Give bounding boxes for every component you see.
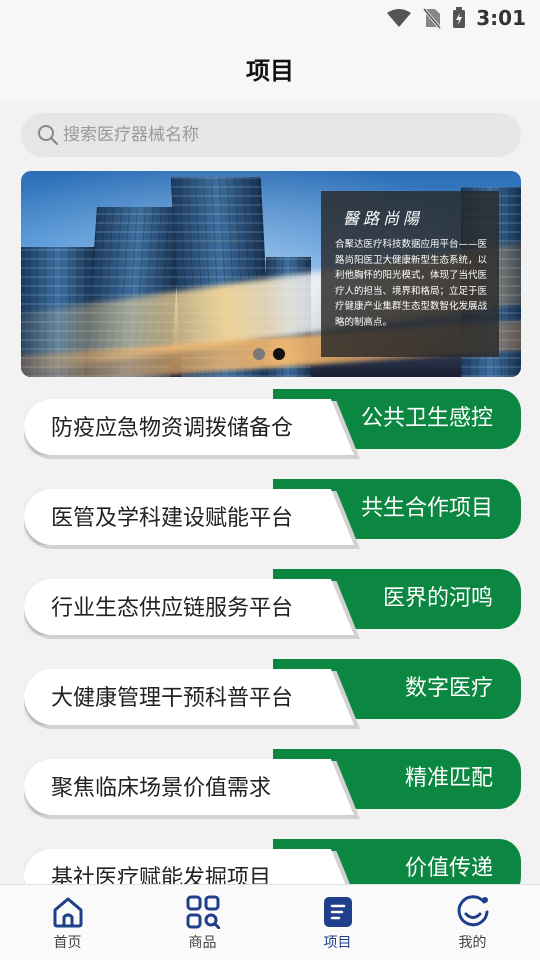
project-name: 防疫应急物资调拨储备仓 [51, 416, 294, 441]
status-bar: 3:01 [0, 0, 540, 36]
carousel-dot[interactable] [253, 348, 265, 360]
caption-text: 合聚达医疗科技数据应用平台——医路尚阳医卫大健康新型生态系统，以利他胸怀的阳光模… [335, 239, 488, 328]
project-name: 行业生态供应链服务平台 [51, 596, 294, 621]
header: 项目 [0, 36, 540, 100]
carousel-dots [253, 348, 285, 360]
document-icon [323, 897, 352, 927]
bottom-nav: 首页 商品 项目 我的 [0, 884, 540, 960]
page-title: 项目 [246, 56, 294, 85]
tag-label: 共生合作项目 [360, 496, 493, 521]
tag-label: 公共卫生感控 [360, 406, 493, 431]
project-name: 医管及学科建设赋能平台 [51, 506, 294, 531]
banner-carousel[interactable]: 醫路尚陽 合聚达医疗科技数据应用平台——医路尚阳医卫大健康新型生态系统，以利他胸… [21, 171, 521, 377]
grid-search-icon [186, 895, 220, 929]
nav-label: 项目 [323, 935, 352, 951]
home-icon [53, 897, 82, 928]
tag-label: 医界的河鸣 [382, 586, 493, 611]
project-item[interactable]: 医界的河鸣 行业生态供应链服务平台 [21, 569, 521, 639]
nav-label: 我的 [458, 935, 487, 951]
tag-label: 数字医疗 [404, 676, 493, 701]
project-item[interactable]: 数字医疗 大健康管理干预科普平台 [21, 659, 521, 729]
project-name: 聚焦临床场景价值需求 [51, 776, 272, 801]
status-icons: 3:01 [386, 6, 526, 30]
smiley-icon [457, 895, 488, 927]
search-icon [38, 125, 59, 146]
search-bar[interactable] [21, 113, 521, 157]
caption-title: 醫路尚陽 [343, 209, 424, 228]
battery-charging-icon [453, 7, 466, 28]
project-item[interactable]: 精准匹配 聚焦临床场景价值需求 [21, 749, 521, 819]
search-input[interactable] [63, 125, 483, 145]
wifi-icon [387, 9, 412, 27]
status-time: 3:01 [476, 6, 526, 30]
project-name: 大健康管理干预科普平台 [51, 686, 294, 711]
tag-label: 精准匹配 [404, 766, 493, 791]
project-item[interactable]: 公共卫生感控 防疫应急物资调拨储备仓 [21, 389, 521, 459]
nav-home[interactable]: 首页 [0, 885, 135, 960]
carousel-dot-active[interactable] [273, 348, 285, 360]
no-sim-icon [423, 8, 442, 29]
nav-label: 首页 [53, 935, 82, 951]
nav-label: 商品 [188, 935, 217, 951]
nav-project[interactable]: 项目 [270, 885, 405, 960]
project-item[interactable]: 共生合作项目 医管及学科建设赋能平台 [21, 479, 521, 549]
banner-caption: 醫路尚陽 合聚达医疗科技数据应用平台——医路尚阳医卫大健康新型生态系统，以利他胸… [321, 191, 499, 357]
nav-mine[interactable]: 我的 [405, 885, 540, 960]
nav-goods[interactable]: 商品 [135, 885, 270, 960]
